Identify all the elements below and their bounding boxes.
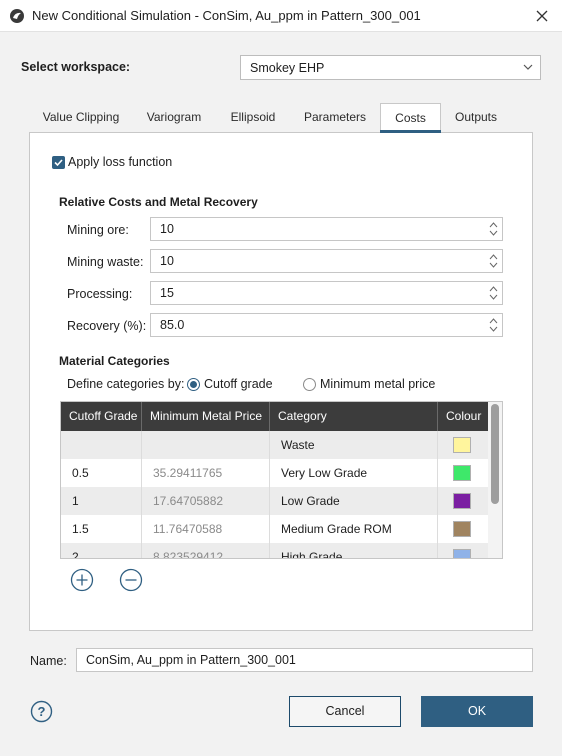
metal-price-label[interactable]: Minimum metal price: [320, 377, 435, 391]
chevron-down-icon: [523, 64, 533, 70]
ok-button[interactable]: OK: [421, 696, 533, 727]
cell-cutoff[interactable]: 1.5: [61, 515, 142, 543]
mining-ore-value: 10: [160, 222, 174, 236]
processing-input[interactable]: 15: [150, 281, 503, 305]
recovery-input[interactable]: 85.0: [150, 313, 503, 337]
close-button[interactable]: [530, 4, 554, 28]
table-row[interactable]: 1 17.64705882 Low Grade: [61, 487, 490, 515]
spinner-arrows-icon[interactable]: [489, 316, 498, 334]
colour-swatch[interactable]: [453, 521, 471, 537]
spinner-arrows-icon[interactable]: [489, 284, 498, 302]
spinner-arrows-icon[interactable]: [489, 252, 498, 270]
header-cutoff-grade[interactable]: Cutoff Grade: [61, 402, 142, 431]
workspace-select[interactable]: Smokey EHP: [240, 55, 541, 80]
cell-category[interactable]: Low Grade: [270, 487, 438, 515]
mining-ore-label: Mining ore:: [67, 223, 129, 237]
colour-swatch[interactable]: [453, 465, 471, 481]
cell-colour[interactable]: [438, 431, 490, 459]
cell-cutoff[interactable]: 0.5: [61, 459, 142, 487]
recovery-label: Recovery (%):: [67, 319, 147, 333]
cell-cutoff[interactable]: [61, 431, 142, 459]
cell-colour[interactable]: [438, 515, 490, 543]
cell-price[interactable]: 11.76470588: [142, 515, 270, 543]
workspace-value: Smokey EHP: [250, 61, 325, 75]
cutoff-grade-radio[interactable]: [187, 378, 200, 391]
colour-swatch[interactable]: [453, 493, 471, 509]
header-colour[interactable]: Colour: [438, 402, 490, 431]
table-row[interactable]: Waste: [61, 431, 490, 459]
remove-row-icon[interactable]: [119, 568, 143, 592]
header-category[interactable]: Category: [270, 402, 438, 431]
cell-cutoff[interactable]: 2: [61, 543, 142, 558]
cell-price[interactable]: [142, 431, 270, 459]
tab-outputs[interactable]: Outputs: [441, 103, 511, 132]
tab-parameters[interactable]: Parameters: [290, 103, 380, 132]
workspace-label: Select workspace:: [21, 60, 131, 74]
checkmark-icon: [54, 159, 63, 167]
table-scrollbar[interactable]: [488, 402, 502, 558]
cell-category[interactable]: Waste: [270, 431, 438, 459]
mining-waste-value: 10: [160, 254, 174, 268]
mining-ore-input[interactable]: 10: [150, 217, 503, 241]
cutoff-grade-label[interactable]: Cutoff grade: [204, 377, 273, 391]
cell-colour[interactable]: [438, 543, 490, 558]
cell-category[interactable]: Very Low Grade: [270, 459, 438, 487]
table-row[interactable]: 2 8.823529412 High Grade: [61, 543, 490, 558]
mining-waste-label: Mining waste:: [67, 255, 144, 269]
cell-colour[interactable]: [438, 487, 490, 515]
cell-colour[interactable]: [438, 459, 490, 487]
material-categories-title: Material Categories: [59, 354, 170, 368]
tab-value-clipping[interactable]: Value Clipping: [30, 103, 132, 132]
name-label: Name:: [30, 654, 67, 668]
window-title: New Conditional Simulation - ConSim, Au_…: [32, 8, 421, 23]
name-value: ConSim, Au_ppm in Pattern_300_001: [86, 653, 296, 667]
colour-swatch[interactable]: [453, 549, 471, 558]
metal-price-radio[interactable]: [303, 378, 316, 391]
table-header: Cutoff Grade Minimum Metal Price Categor…: [61, 402, 490, 431]
cell-cutoff[interactable]: 1: [61, 487, 142, 515]
categories-table: Cutoff Grade Minimum Metal Price Categor…: [60, 401, 503, 559]
cell-price[interactable]: 8.823529412: [142, 543, 270, 558]
cell-category[interactable]: Medium Grade ROM: [270, 515, 438, 543]
tab-variogram[interactable]: Variogram: [132, 103, 216, 132]
table-row[interactable]: 1.5 11.76470588 Medium Grade ROM: [61, 515, 490, 543]
help-icon[interactable]: ?: [30, 700, 53, 723]
table-row[interactable]: 0.5 35.29411765 Very Low Grade: [61, 459, 490, 487]
processing-value: 15: [160, 286, 174, 300]
costs-panel: Apply loss function Relative Costs and M…: [29, 132, 533, 631]
cell-category[interactable]: High Grade: [270, 543, 438, 558]
svg-text:?: ?: [38, 704, 46, 719]
cancel-button[interactable]: Cancel: [289, 696, 401, 727]
recovery-value: 85.0: [160, 318, 185, 332]
define-categories-label: Define categories by:: [67, 377, 185, 391]
tab-ellipsoid[interactable]: Ellipsoid: [216, 103, 290, 132]
relative-costs-title: Relative Costs and Metal Recovery: [59, 195, 258, 209]
apply-loss-label[interactable]: Apply loss function: [68, 155, 172, 169]
spinner-arrows-icon[interactable]: [489, 220, 498, 238]
mining-waste-input[interactable]: 10: [150, 249, 503, 273]
close-icon: [536, 10, 548, 22]
cell-price[interactable]: 17.64705882: [142, 487, 270, 515]
leapfrog-app-icon: [10, 9, 24, 23]
add-row-icon[interactable]: [70, 568, 94, 592]
name-field[interactable]: ConSim, Au_ppm in Pattern_300_001: [76, 648, 533, 672]
apply-loss-checkbox[interactable]: [52, 156, 65, 169]
tab-costs[interactable]: Costs: [380, 103, 441, 133]
cell-price[interactable]: 35.29411765: [142, 459, 270, 487]
scrollbar-thumb[interactable]: [491, 404, 499, 504]
title-bar: New Conditional Simulation - ConSim, Au_…: [0, 0, 562, 32]
colour-swatch[interactable]: [453, 437, 471, 453]
processing-label: Processing:: [67, 287, 133, 301]
header-minimum-metal-price[interactable]: Minimum Metal Price: [142, 402, 270, 431]
